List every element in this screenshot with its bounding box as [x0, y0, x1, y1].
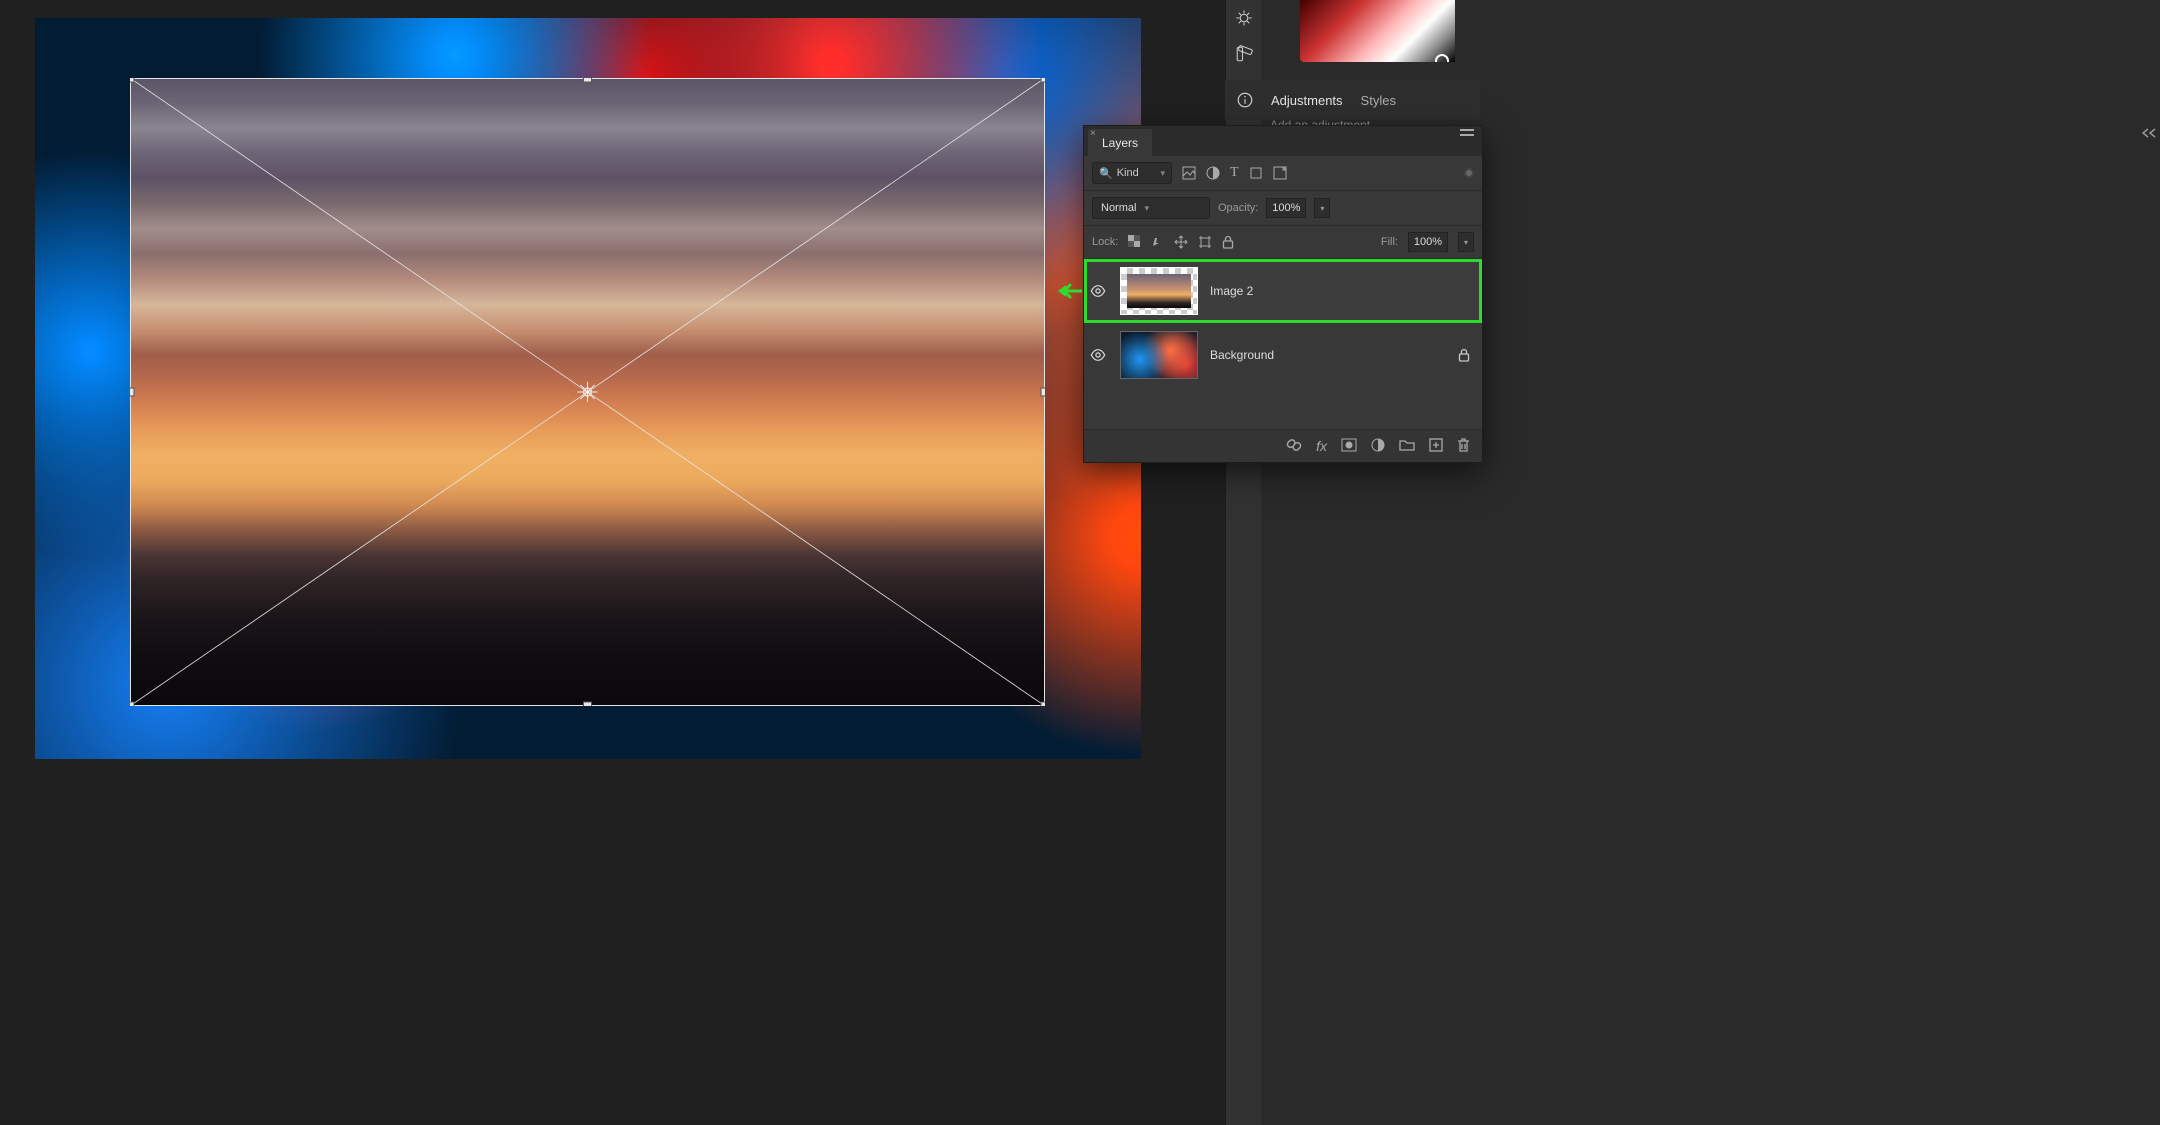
filter-type-icon[interactable]: T — [1230, 166, 1239, 180]
filter-smartobject-icon[interactable] — [1273, 166, 1287, 180]
opacity-slider-toggle[interactable]: ▾ — [1314, 198, 1330, 218]
fill-slider-toggle[interactable]: ▾ — [1458, 232, 1474, 252]
layers-tab[interactable]: Layers — [1088, 129, 1152, 156]
properties-tab-row: Adjustments Styles — [1225, 80, 1480, 120]
filter-kind-select[interactable]: 🔍 Kind ▾ — [1092, 162, 1172, 184]
lock-label: Lock: — [1092, 236, 1118, 248]
opacity-value-input[interactable]: 100% — [1266, 198, 1306, 218]
layer-effects-icon[interactable]: fx — [1316, 438, 1327, 454]
filter-pixel-icon[interactable] — [1182, 166, 1196, 180]
lock-pixels-icon[interactable] — [1151, 235, 1164, 249]
tab-styles[interactable]: Styles — [1361, 89, 1396, 112]
tab-adjustments[interactable]: Adjustments — [1271, 89, 1343, 112]
filter-shape-icon[interactable] — [1249, 166, 1263, 180]
panel-tabbar: × Layers — [1084, 126, 1482, 156]
lock-all-icon[interactable] — [1222, 235, 1234, 249]
document[interactable] — [35, 18, 1141, 759]
link-layers-icon[interactable] — [1286, 438, 1302, 454]
chevron-down-icon: ▾ — [1144, 203, 1149, 214]
layer-name[interactable]: Image 2 — [1210, 284, 1253, 298]
layer-visibility-toggle[interactable] — [1090, 283, 1108, 299]
layer-row-image-2[interactable]: Image 2 — [1084, 259, 1482, 323]
layer-list: Image 2 Background — [1084, 259, 1482, 429]
canvas-workspace[interactable] — [0, 0, 1225, 1125]
fill-value-input[interactable]: 100% — [1408, 232, 1448, 252]
panel-menu-icon[interactable] — [1460, 134, 1474, 146]
filter-toggle-switch[interactable] — [1464, 168, 1474, 178]
layer-group-icon[interactable] — [1399, 438, 1415, 454]
new-layer-icon[interactable] — [1429, 438, 1443, 454]
layer-visibility-toggle[interactable] — [1090, 347, 1108, 363]
search-icon: 🔍 — [1099, 167, 1113, 180]
color-sample-ring-icon — [1435, 54, 1449, 62]
tutorial-arrow-icon — [1058, 282, 1082, 300]
blend-opacity-row: Normal ▾ Opacity: 100% ▾ — [1084, 191, 1482, 226]
layers-panel-footer: fx — [1084, 429, 1482, 462]
opacity-label: Opacity: — [1218, 202, 1258, 214]
blend-mode-value: Normal — [1101, 202, 1136, 214]
delete-layer-icon[interactable] — [1457, 438, 1470, 454]
collapse-panels-icon[interactable] — [2142, 128, 2156, 138]
lock-transparency-icon[interactable] — [1128, 235, 1141, 249]
layer-thumbnail[interactable] — [1120, 331, 1198, 379]
color-wheel-icon[interactable] — [1226, 0, 1262, 36]
layer-name[interactable]: Background — [1210, 348, 1274, 362]
filter-type-icons: T — [1182, 166, 1287, 180]
filter-adjustment-icon[interactable] — [1206, 166, 1220, 180]
swatches-icon[interactable] — [1226, 36, 1262, 72]
lock-position-icon[interactable] — [1174, 235, 1188, 249]
fill-label: Fill: — [1381, 236, 1398, 248]
layer-row-background[interactable]: Background — [1084, 323, 1482, 387]
image-2-layer-content[interactable] — [130, 78, 1045, 706]
close-panel-icon[interactable]: × — [1090, 128, 1096, 139]
filter-kind-label: Kind — [1117, 167, 1139, 179]
color-picker-preview[interactable] — [1300, 0, 1455, 62]
blend-mode-select[interactable]: Normal ▾ — [1092, 197, 1210, 219]
info-icon[interactable] — [1225, 91, 1265, 109]
chevron-down-icon: ▾ — [1160, 168, 1165, 179]
layers-panel[interactable]: × Layers 🔍 Kind ▾ T Normal ▾ Opacity: 10… — [1083, 125, 1483, 463]
lock-fill-row: Lock: Fill: 100% ▾ — [1084, 226, 1482, 259]
layer-locked-icon[interactable] — [1458, 348, 1470, 362]
adjustment-layer-icon[interactable] — [1371, 438, 1385, 454]
lock-artboard-icon[interactable] — [1198, 235, 1212, 249]
layer-mask-icon[interactable] — [1341, 438, 1357, 454]
layer-filter-row: 🔍 Kind ▾ T — [1084, 156, 1482, 191]
layer-thumbnail[interactable] — [1120, 267, 1198, 315]
